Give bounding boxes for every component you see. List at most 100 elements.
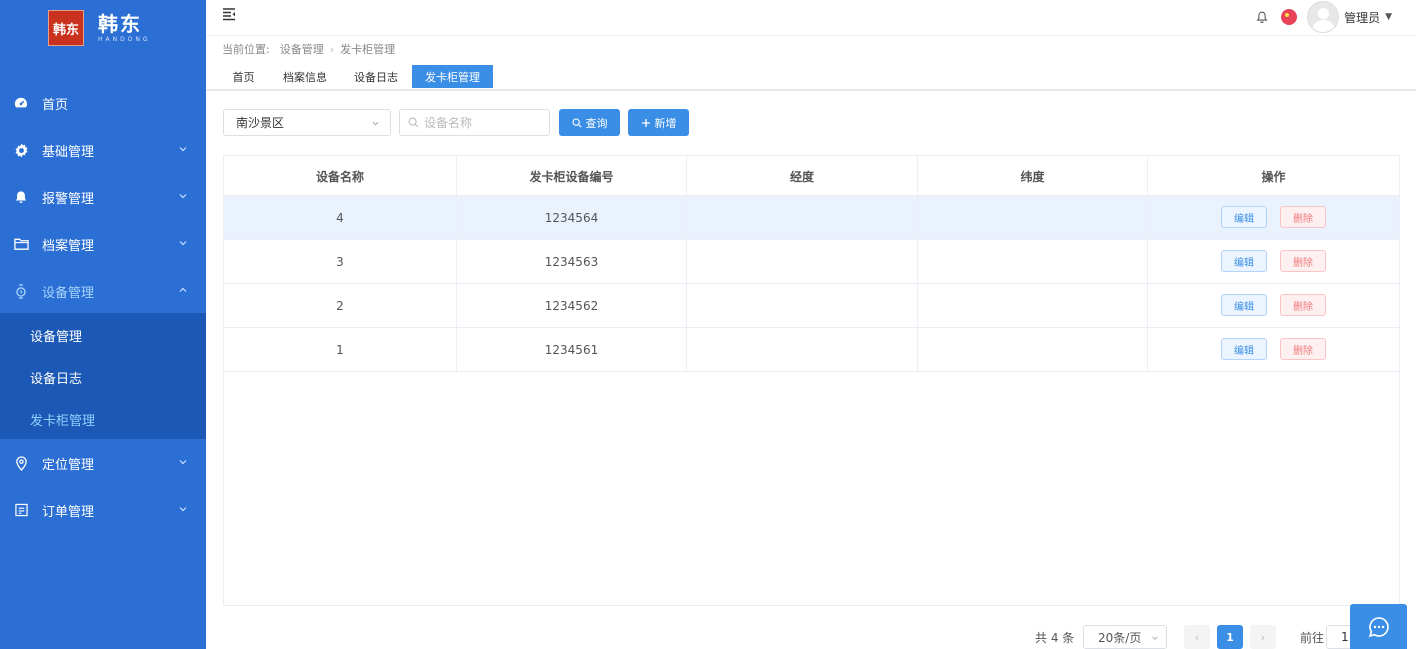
- plus-icon: [641, 118, 650, 127]
- cell-longitude: [687, 196, 918, 239]
- device-name-search-input[interactable]: 设备名称: [399, 109, 550, 136]
- table-row[interactable]: 3 1234563 编辑 删除: [224, 240, 1399, 284]
- pagination-total: 共 4 条: [1035, 631, 1075, 645]
- delete-button[interactable]: 删除: [1280, 250, 1326, 272]
- sidebar-item-label: 档案管理: [42, 238, 95, 254]
- edit-button[interactable]: 编辑: [1221, 250, 1267, 272]
- cell-longitude: [687, 284, 918, 327]
- column-header: 设备名称: [224, 156, 457, 196]
- brand-logo[interactable]: 韩东 韩东 HANDONG: [48, 10, 151, 46]
- card-cabinet-table: 设备名称 发卡柜设备编号 经度 纬度 操作 4 1234564 编辑 删除 3 …: [223, 155, 1400, 606]
- sidebar-item-label: 订单管理: [42, 504, 95, 520]
- area-select[interactable]: 南沙景区: [223, 109, 391, 136]
- sidebar-item-label: 基础管理: [42, 144, 95, 160]
- search-placeholder: 设备名称: [424, 116, 473, 130]
- bell-icon: [13, 189, 29, 205]
- table-row[interactable]: 4 1234564 编辑 删除: [224, 196, 1399, 240]
- collapse-menu-icon[interactable]: [222, 7, 236, 21]
- cell-actions: 编辑 删除: [1148, 196, 1399, 239]
- brand-name-en: HANDONG: [98, 36, 151, 43]
- notification-icon[interactable]: [1255, 10, 1269, 24]
- cell-device-name: 4: [224, 196, 457, 239]
- cell-latitude: [918, 284, 1148, 327]
- sidebar-item-alarm[interactable]: 报警管理: [0, 174, 206, 220]
- sidebar-item-order[interactable]: 订单管理: [0, 487, 206, 533]
- tag-card-cabinet[interactable]: 发卡柜管理: [412, 65, 493, 88]
- cell-longitude: [687, 328, 918, 371]
- avatar[interactable]: [1307, 1, 1340, 33]
- language-flag-icon[interactable]: [1281, 9, 1298, 25]
- device-submenu: 设备管理 设备日志 发卡柜管理: [0, 313, 206, 439]
- prev-page-button[interactable]: ‹: [1184, 625, 1210, 649]
- submenu-item-device-log[interactable]: 设备日志: [0, 356, 206, 398]
- sidebar-item-device[interactable]: 设备管理: [0, 268, 206, 314]
- edit-button[interactable]: 编辑: [1221, 206, 1267, 228]
- sidebar-item-label: 首页: [42, 97, 69, 113]
- cell-actions: 编辑 删除: [1148, 328, 1399, 371]
- column-header: 经度: [687, 156, 918, 196]
- sidebar-item-label: 报警管理: [42, 191, 95, 207]
- brand-name: 韩东: [98, 12, 142, 36]
- cell-device-code: 1234561: [457, 328, 687, 371]
- cell-device-name: 1: [224, 328, 457, 371]
- column-header: 发卡柜设备编号: [457, 156, 687, 196]
- edit-button[interactable]: 编辑: [1221, 338, 1267, 360]
- table-header: 设备名称 发卡柜设备编号 经度 纬度 操作: [224, 156, 1399, 196]
- sidebar: 韩东 韩东 HANDONG 首页 基础管理 报警管理 档案管理 设备管理 设备管…: [0, 0, 206, 649]
- breadcrumb-level1[interactable]: 设备管理: [280, 41, 324, 57]
- tag-home[interactable]: 首页: [221, 65, 266, 88]
- breadcrumb-level2: 发卡柜管理: [340, 43, 396, 56]
- cell-device-code: 1234562: [457, 284, 687, 327]
- page-size-select[interactable]: 20条/页: [1083, 625, 1167, 649]
- sidebar-item-home[interactable]: 首页: [0, 80, 206, 126]
- query-button[interactable]: 查询: [559, 109, 620, 136]
- cell-longitude: [687, 240, 918, 283]
- sidebar-item-location[interactable]: 定位管理: [0, 440, 206, 486]
- gear-icon: [13, 142, 29, 158]
- delete-button[interactable]: 删除: [1280, 338, 1326, 360]
- caret-down-icon[interactable]: ▼: [1385, 12, 1392, 22]
- chevron-down-icon: [1152, 636, 1158, 640]
- sidebar-item-label: 设备管理: [42, 285, 95, 301]
- column-header: 纬度: [918, 156, 1148, 196]
- sidebar-item-archive[interactable]: 档案管理: [0, 221, 206, 267]
- search-icon: [571, 117, 582, 128]
- page-number-current[interactable]: 1: [1217, 625, 1243, 649]
- delete-button[interactable]: 删除: [1280, 206, 1326, 228]
- cell-device-code: 1234563: [457, 240, 687, 283]
- sidebar-item-label: 定位管理: [42, 457, 95, 473]
- table-row[interactable]: 2 1234562 编辑 删除: [224, 284, 1399, 328]
- tag-archive-info[interactable]: 档案信息: [274, 65, 336, 88]
- cell-device-name: 3: [224, 240, 457, 283]
- cell-latitude: [918, 240, 1148, 283]
- chevron-down-icon: [179, 507, 187, 512]
- chevron-down-icon: [179, 460, 187, 465]
- tag-device-log[interactable]: 设备日志: [344, 65, 408, 88]
- location-icon: [13, 455, 29, 471]
- submenu-item-device-management[interactable]: 设备管理: [0, 314, 206, 356]
- edit-button[interactable]: 编辑: [1221, 294, 1267, 316]
- user-name[interactable]: 管理员: [1344, 9, 1380, 26]
- chevron-down-icon: [179, 147, 187, 152]
- sidebar-item-basic[interactable]: 基础管理: [0, 127, 206, 173]
- column-header: 操作: [1261, 169, 1286, 184]
- cell-latitude: [918, 328, 1148, 371]
- next-page-button[interactable]: ›: [1250, 625, 1276, 649]
- add-button[interactable]: 新增: [628, 109, 689, 136]
- chevron-up-icon: [179, 287, 187, 292]
- area-select-value: 南沙景区: [236, 116, 285, 130]
- cell-actions: 编辑 删除: [1148, 240, 1399, 283]
- table-row[interactable]: 1 1234561 编辑 删除: [224, 328, 1399, 372]
- folder-icon: [13, 236, 29, 252]
- breadcrumb-separator-icon: ›: [329, 42, 335, 56]
- chat-button[interactable]: [1350, 604, 1407, 649]
- chevron-down-icon: [179, 194, 187, 199]
- submenu-item-card-cabinet[interactable]: 发卡柜管理: [0, 398, 206, 440]
- dashboard-icon: [13, 95, 29, 111]
- breadcrumb: 当前位置: 设备管理 › 发卡柜管理: [222, 41, 395, 57]
- brand-seal: 韩东: [48, 10, 84, 46]
- delete-button[interactable]: 删除: [1280, 294, 1326, 316]
- cell-device-name: 2: [224, 284, 457, 327]
- cell-actions: 编辑 删除: [1148, 284, 1399, 327]
- tags-view: 首页 档案信息 设备日志 发卡柜管理: [206, 62, 1416, 91]
